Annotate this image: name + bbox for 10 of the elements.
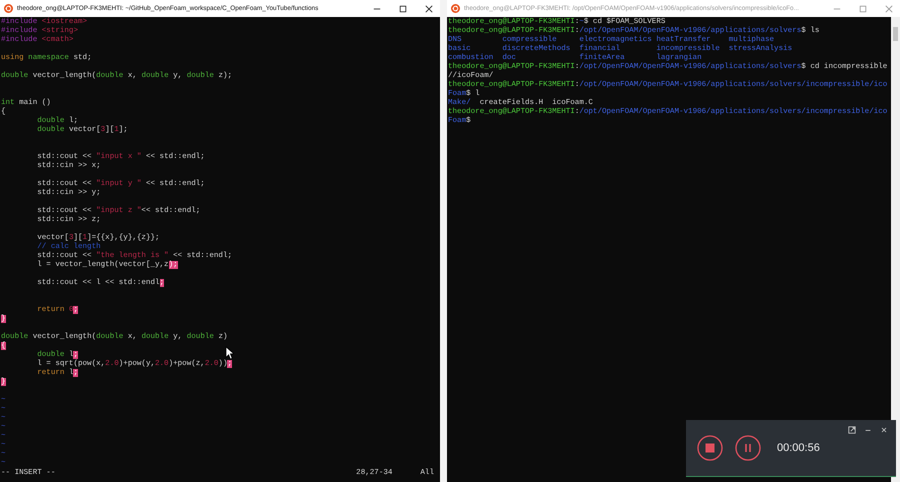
pause-button[interactable] [735, 435, 761, 461]
stop-button[interactable] [697, 435, 723, 461]
maximize-icon[interactable] [399, 4, 407, 12]
app-icon [451, 4, 460, 13]
scrollbar[interactable] [891, 17, 900, 482]
mouse-pointer-icon [225, 346, 234, 360]
app-icon [4, 4, 13, 13]
close-icon[interactable] [425, 4, 433, 12]
popout-icon[interactable] [848, 426, 856, 434]
recording-time: 00:00:56 [777, 442, 820, 454]
